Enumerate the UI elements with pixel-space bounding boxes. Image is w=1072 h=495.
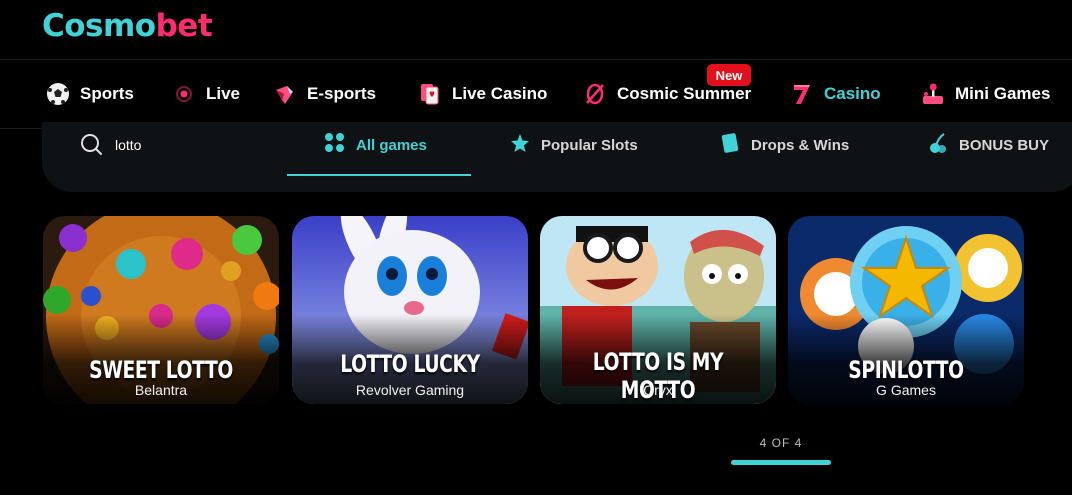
game-provider: G Games bbox=[876, 382, 936, 398]
new-badge: New bbox=[707, 64, 751, 86]
logo-text-bet: bet bbox=[155, 8, 213, 44]
nav-label-mini-games: Mini Games bbox=[955, 84, 1051, 103]
pagination-indicator: 4 OF 4 bbox=[759, 436, 803, 450]
star-icon bbox=[509, 132, 531, 158]
tab-label-all-games: All games bbox=[356, 136, 427, 154]
cosmobet-logo[interactable]: Cosmo bet bbox=[42, 6, 213, 46]
pagination-progress-bar bbox=[731, 460, 831, 465]
tab-label-popular-slots: Popular Slots bbox=[541, 136, 638, 154]
nav-label-sports: Sports bbox=[80, 84, 134, 103]
nav-item-live-casino[interactable]: Live Casino bbox=[418, 79, 547, 109]
game-card[interactable]: SPINLOTTO G Games bbox=[788, 216, 1024, 404]
nav-item-sports[interactable]: Sports bbox=[46, 79, 134, 109]
nav-label-live-casino: Live Casino bbox=[452, 84, 548, 103]
cherries-icon bbox=[927, 132, 949, 158]
game-title: SPINLOTTO bbox=[848, 356, 964, 384]
tab-label-drops-wins: Drops & Wins bbox=[751, 136, 850, 154]
game-title: SWEET LOTTO bbox=[89, 356, 233, 384]
tab-label-bonus-buy: BONUS BUY bbox=[959, 136, 1050, 154]
game-provider: Revolver Gaming bbox=[355, 382, 465, 398]
nav-label-live: Live bbox=[206, 84, 241, 103]
nav-label-cosmic-summer: Cosmic Summer bbox=[617, 84, 752, 103]
nav-item-esports[interactable]: E-sports bbox=[273, 79, 376, 109]
tab-all-games[interactable]: All games bbox=[324, 131, 427, 159]
cosmic-summer-icon bbox=[583, 82, 607, 106]
card-icon bbox=[719, 132, 741, 158]
search-input[interactable] bbox=[115, 135, 255, 155]
active-tab-underline bbox=[287, 174, 471, 176]
game-card[interactable]: SWEET LOTTO Belantra bbox=[43, 216, 279, 404]
tab-popular-slots[interactable]: Popular Slots bbox=[509, 131, 638, 159]
grid-dots-icon bbox=[324, 132, 346, 158]
game-provider: Oryx bbox=[643, 382, 673, 398]
game-card[interactable]: LOTTO IS MY MOTTO Oryx bbox=[540, 216, 776, 404]
lucky-seven-icon bbox=[790, 82, 814, 106]
search-icon[interactable] bbox=[80, 133, 104, 162]
nav-item-live[interactable]: Live bbox=[172, 79, 240, 109]
game-provider: Belantra bbox=[134, 382, 188, 398]
logo-text-cosmo: Cosmo bbox=[42, 8, 156, 44]
tab-bonus-buy[interactable]: BONUS BUY bbox=[927, 131, 1049, 159]
gamepad-icon bbox=[273, 82, 297, 106]
nav-item-mini-games[interactable]: Mini Games bbox=[921, 79, 1050, 109]
arcade-joystick-icon bbox=[921, 82, 945, 106]
nav-label-casino: Casino bbox=[824, 84, 881, 103]
game-title: LOTTO LUCKY bbox=[340, 350, 480, 378]
tab-drops-wins[interactable]: Drops & Wins bbox=[719, 131, 849, 159]
live-dot-icon bbox=[172, 82, 196, 106]
game-card[interactable]: LOTTO LUCKY Revolver Gaming bbox=[292, 216, 528, 404]
soccer-ball-icon bbox=[46, 82, 70, 106]
nav-item-casino[interactable]: Casino bbox=[790, 79, 881, 109]
nav-label-esports: E-sports bbox=[307, 84, 376, 103]
playing-cards-icon bbox=[418, 82, 442, 106]
